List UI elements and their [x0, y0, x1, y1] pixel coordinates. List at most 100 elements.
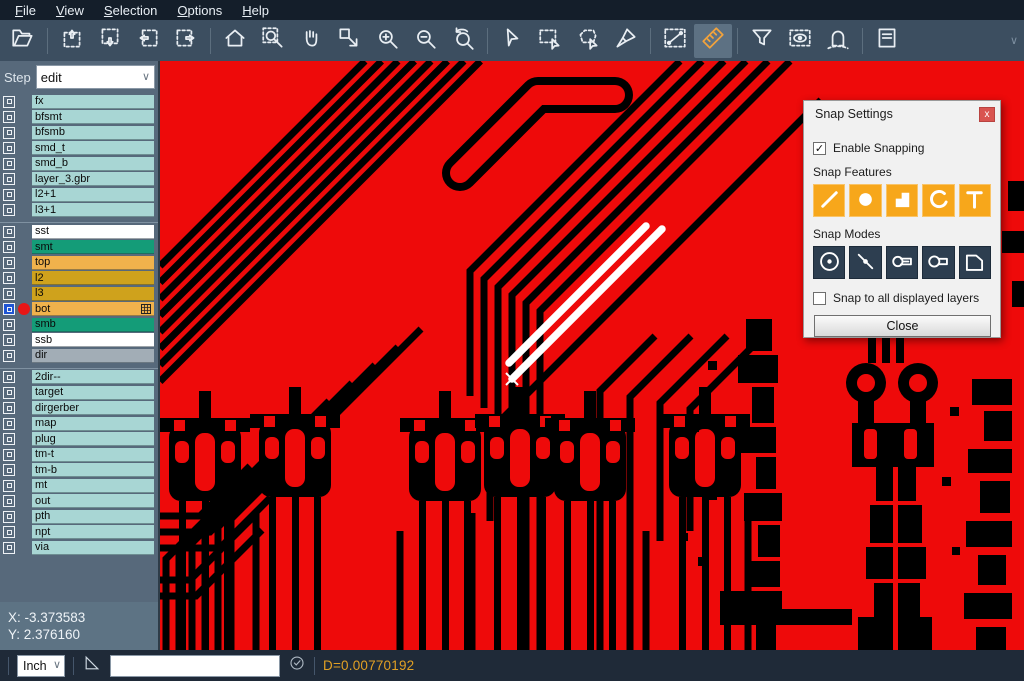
brush-button[interactable] — [607, 24, 645, 58]
zoom-previous-button[interactable] — [444, 24, 482, 58]
layer-checkbox-smd_b[interactable] — [3, 158, 15, 170]
layer-label-bot[interactable]: bot — [32, 302, 154, 316]
layer-checkbox-l2[interactable] — [3, 272, 15, 284]
command-input[interactable] — [110, 655, 280, 677]
layer-checkbox-bot[interactable] — [3, 303, 15, 315]
filter-button[interactable] — [743, 24, 781, 58]
layer-label-pth[interactable]: pth — [32, 510, 154, 524]
snap-all-layers-checkbox[interactable] — [813, 292, 826, 305]
layer-row-l2[interactable]: l2 — [0, 271, 158, 287]
layer-label-l3[interactable]: l3 — [32, 287, 154, 301]
dialog-title-bar[interactable]: Snap Settings x — [804, 101, 1000, 127]
layer-row-npt[interactable]: npt — [0, 525, 158, 541]
poly-select-button[interactable] — [569, 24, 607, 58]
layer-label-top[interactable]: top — [32, 256, 154, 270]
enable-snapping-checkbox[interactable]: ✓ — [813, 142, 826, 155]
layer-row-smd_b[interactable]: smd_b — [0, 156, 158, 172]
layer-checkbox-smd_t[interactable] — [3, 142, 15, 154]
layer-row-dirgerber[interactable]: dirgerber — [0, 401, 158, 417]
layer-checkbox-bfsmt[interactable] — [3, 111, 15, 123]
measure-line-button[interactable] — [656, 24, 694, 58]
open-button[interactable] — [4, 24, 42, 58]
layer-label-via[interactable]: via — [32, 541, 154, 555]
layer-label-tm-t[interactable]: tm-t — [32, 448, 154, 462]
ruler-button[interactable] — [694, 24, 732, 58]
layer-checkbox-tm-t[interactable] — [3, 449, 15, 461]
layer-label-smd_b[interactable]: smd_b — [32, 157, 154, 171]
snap-mode-slot-filled-button[interactable] — [886, 246, 918, 279]
layer-checkbox-l3[interactable] — [3, 288, 15, 300]
layer-checkbox-via[interactable] — [3, 542, 15, 554]
layer-checkbox-ssb[interactable] — [3, 334, 15, 346]
menu-help[interactable]: Help — [233, 1, 278, 20]
unit-select[interactable]: Inch ∨ — [17, 655, 65, 677]
extend-left-button[interactable] — [129, 24, 167, 58]
layer-checkbox-2dir--[interactable] — [3, 371, 15, 383]
menu-file[interactable]: File — [6, 1, 45, 20]
layer-row-smd_t[interactable]: smd_t — [0, 141, 158, 157]
layer-label-dir[interactable]: dir — [32, 349, 154, 363]
layer-label-npt[interactable]: npt — [32, 525, 154, 539]
reshape-button[interactable] — [330, 24, 368, 58]
layer-label-sst[interactable]: sst — [32, 225, 154, 239]
layer-label-2dir--[interactable]: 2dir-- — [32, 370, 154, 384]
layer-checkbox-l2+1[interactable] — [3, 189, 15, 201]
layer-checkbox-sst[interactable] — [3, 226, 15, 238]
layer-label-smt[interactable]: smt — [32, 240, 154, 254]
close-icon[interactable]: x — [979, 107, 995, 122]
layer-checkbox-bfsmb[interactable] — [3, 127, 15, 139]
extend-bottom-button[interactable] — [91, 24, 129, 58]
snap-feature-arc-button[interactable] — [922, 184, 954, 217]
layer-label-plug[interactable]: plug — [32, 432, 154, 446]
layer-checkbox-fx[interactable] — [3, 96, 15, 108]
layer-label-fx[interactable]: fx — [32, 95, 154, 109]
layer-row-pth[interactable]: pth — [0, 509, 158, 525]
layer-checkbox-tm-b[interactable] — [3, 464, 15, 476]
layer-label-bfsmb[interactable]: bfsmb — [32, 126, 154, 140]
zoom-in-button[interactable] — [368, 24, 406, 58]
snap-mode-corner-button[interactable] — [959, 246, 991, 279]
layer-checkbox-out[interactable] — [3, 495, 15, 507]
layer-row-tm-b[interactable]: tm-b — [0, 463, 158, 479]
extend-top-button[interactable] — [53, 24, 91, 58]
pan-hand-button[interactable] — [292, 24, 330, 58]
snap-feature-line-button[interactable] — [813, 184, 845, 217]
snap-mode-midpoint-button[interactable] — [849, 246, 881, 279]
layer-checkbox-map[interactable] — [3, 418, 15, 430]
layer-row-top[interactable]: top — [0, 255, 158, 271]
layer-label-tm-b[interactable]: tm-b — [32, 463, 154, 477]
layer-label-dirgerber[interactable]: dirgerber — [32, 401, 154, 415]
layer-label-layer_3.gbr[interactable]: layer_3.gbr — [32, 172, 154, 186]
select-cursor-button[interactable] — [493, 24, 531, 58]
layer-row-smt[interactable]: smt — [0, 240, 158, 256]
home-button[interactable] — [216, 24, 254, 58]
layer-label-smd_t[interactable]: smd_t — [32, 141, 154, 155]
layer-row-bfsmb[interactable]: bfsmb — [0, 125, 158, 141]
layer-label-l2[interactable]: l2 — [32, 271, 154, 285]
layer-row-via[interactable]: via — [0, 540, 158, 556]
layer-row-bot[interactable]: bot — [0, 302, 158, 318]
snap-feature-surface-button[interactable] — [886, 184, 918, 217]
magnet-snap-button[interactable] — [819, 24, 857, 58]
layer-checkbox-plug[interactable] — [3, 433, 15, 445]
snap-feature-text-button[interactable] — [959, 184, 991, 217]
layer-row-smb[interactable]: smb — [0, 317, 158, 333]
zoom-region-button[interactable] — [254, 24, 292, 58]
layer-row-l2+1[interactable]: l2+1 — [0, 187, 158, 203]
layer-label-out[interactable]: out — [32, 494, 154, 508]
step-select[interactable]: edit ∨ — [36, 65, 155, 89]
layer-checkbox-top[interactable] — [3, 257, 15, 269]
close-button[interactable]: Close — [814, 315, 991, 337]
rect-select-button[interactable] — [531, 24, 569, 58]
menu-view[interactable]: View — [47, 1, 93, 20]
layer-label-ssb[interactable]: ssb — [32, 333, 154, 347]
layer-row-l3[interactable]: l3 — [0, 286, 158, 302]
layer-row-out[interactable]: out — [0, 494, 158, 510]
layer-checkbox-dirgerber[interactable] — [3, 402, 15, 414]
layer-checkbox-smt[interactable] — [3, 241, 15, 253]
layer-row-tm-t[interactable]: tm-t — [0, 447, 158, 463]
layer-row-layer_3.gbr[interactable]: layer_3.gbr — [0, 172, 158, 188]
menu-options[interactable]: Options — [168, 1, 231, 20]
layer-label-l3+1[interactable]: l3+1 — [32, 203, 154, 217]
snap-mode-center-button[interactable] — [813, 246, 845, 279]
